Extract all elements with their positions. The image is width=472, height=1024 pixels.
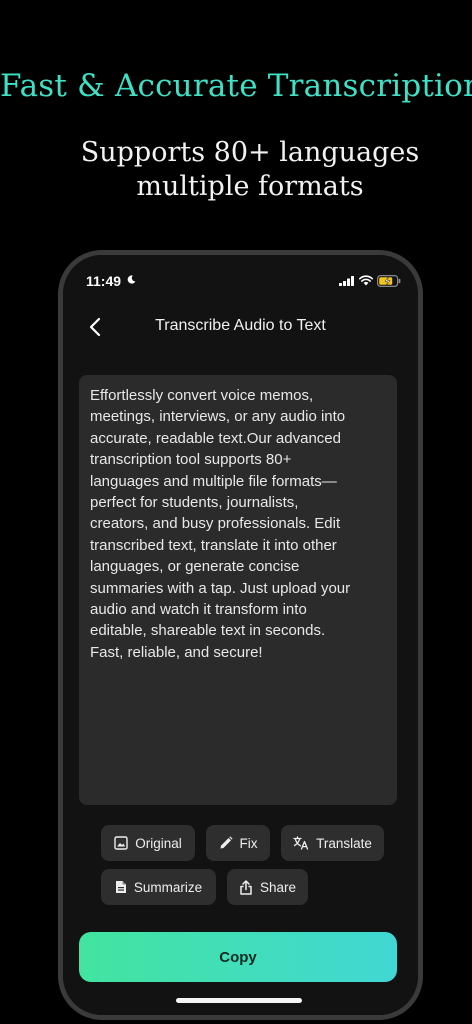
promo-subtitle-line-1: Supports 80+ languages (80, 137, 420, 168)
app-screen: 11:49 Transcribe Audio to Text Effortles… (63, 255, 418, 1015)
transcript-text[interactable]: Effortlessly convert voice memos, meetin… (90, 385, 383, 663)
summarize-button-label: Summarize (133, 879, 203, 895)
share-button-label: Share (259, 879, 297, 895)
copy-button-label: Copy (219, 948, 257, 966)
fix-button[interactable]: Fix (206, 825, 270, 861)
translate-button-label: Translate (316, 835, 372, 851)
status-time: 11:49 (86, 273, 122, 289)
pencil-icon (220, 836, 233, 849)
signal-icon (339, 276, 354, 286)
page-title: Transcribe Audio to Text (155, 317, 326, 334)
fix-button-label: Fix (239, 835, 258, 851)
promo-subtitle-line-2: multiple formats (136, 171, 364, 202)
moon-icon (127, 275, 136, 284)
copy-button[interactable]: Copy (79, 932, 397, 982)
share-icon (240, 879, 252, 895)
document-icon (115, 881, 126, 893)
battery-charging-icon (377, 275, 401, 287)
nav-bar: Transcribe Audio to Text (63, 307, 418, 347)
wifi-icon (359, 275, 373, 286)
translate-button[interactable]: Translate (281, 825, 384, 861)
translate-icon (293, 836, 309, 850)
promo-title: Fast & Accurate Transcription (0, 68, 472, 104)
transcript-text-area[interactable]: Effortlessly convert voice memos, meetin… (79, 375, 397, 805)
status-bar: 11:49 (63, 255, 418, 299)
summarize-button[interactable]: Summarize (101, 869, 216, 905)
original-button[interactable]: Original (101, 825, 195, 861)
share-button[interactable]: Share (227, 869, 308, 905)
home-indicator[interactable] (176, 998, 302, 1003)
phone-frame: 11:49 Transcribe Audio to Text Effortles… (58, 250, 423, 1020)
original-button-label: Original (135, 835, 182, 851)
promo-subtitle: Supports 80+ languages multiple formats (0, 136, 472, 204)
image-icon (114, 836, 128, 850)
